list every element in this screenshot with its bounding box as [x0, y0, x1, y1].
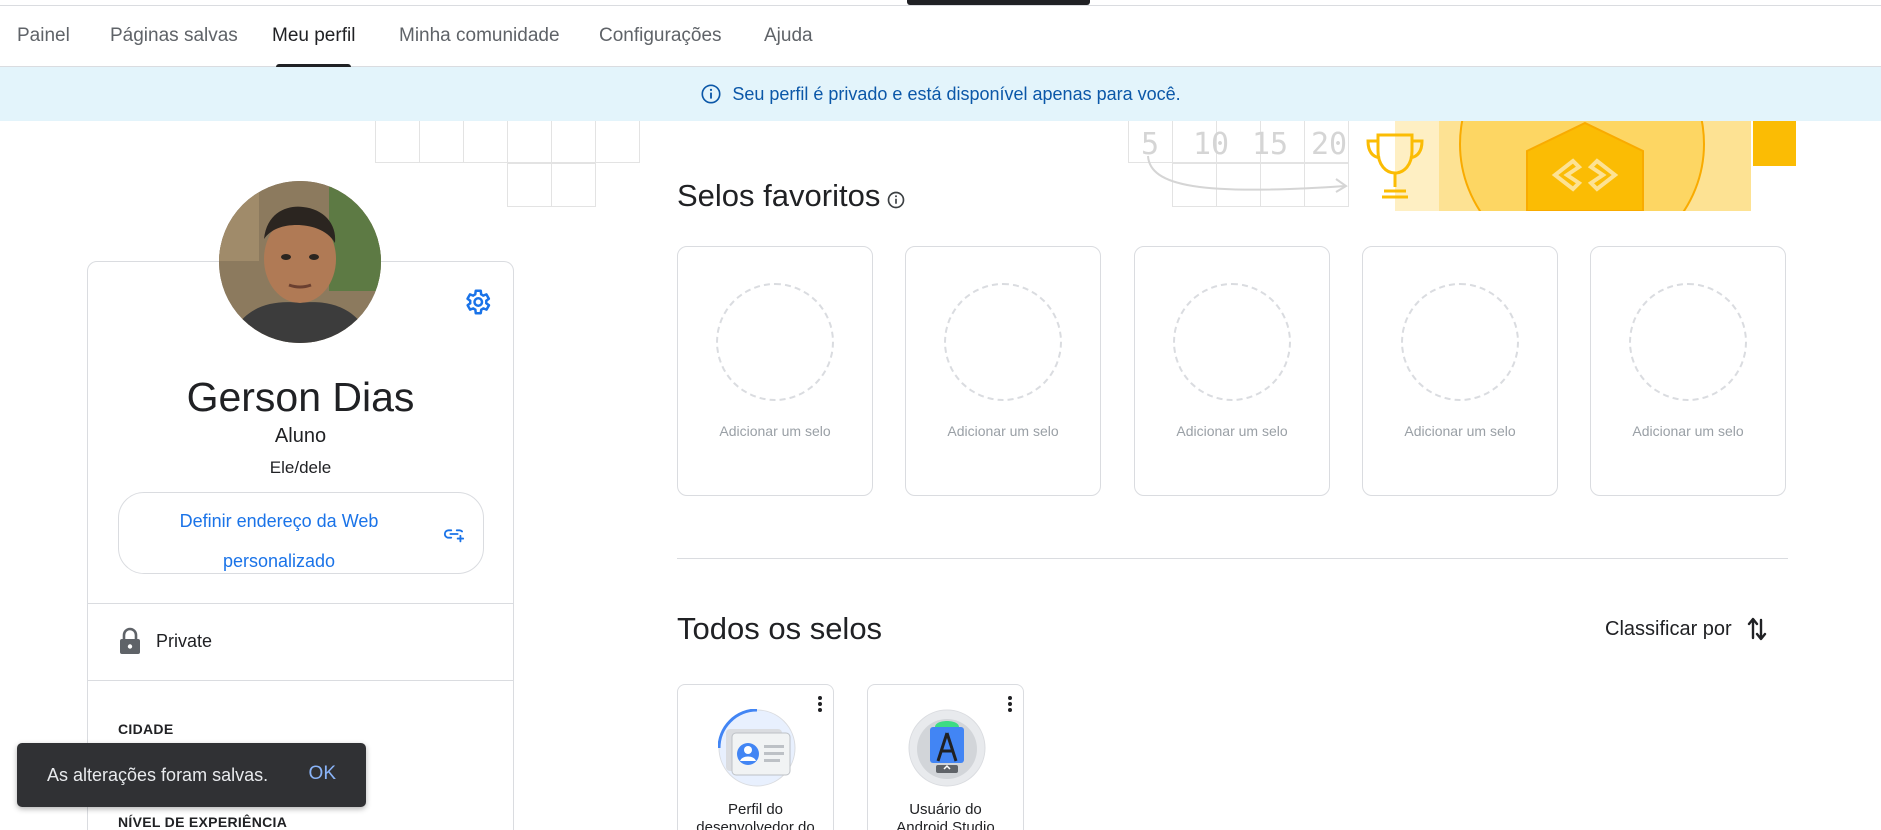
deco-grid-cell	[507, 121, 552, 163]
favorite-badge-slot[interactable]: Adicionar um selo	[1362, 246, 1558, 496]
snackbar-ok-button[interactable]: OK	[309, 763, 336, 785]
android-studio-badge-icon	[908, 709, 986, 787]
badge-caption: Perfil do desenvolvedor do	[678, 801, 833, 830]
badge-caption-line2: desenvolvedor do	[696, 819, 815, 830]
profile-avatar[interactable]	[219, 181, 381, 343]
profile-name: Gerson Dias	[186, 374, 415, 420]
deco-yellow-square	[1753, 121, 1796, 166]
set-web-address-label: Definir endereço da Web personalizado	[159, 501, 399, 581]
tab-ajuda[interactable]: Ajuda	[764, 6, 813, 67]
deco-grid-cell	[419, 121, 464, 163]
trophy-icon	[1366, 133, 1424, 199]
deco-grid-cell	[595, 121, 640, 163]
favorite-badge-slot[interactable]: Adicionar um selo	[1590, 246, 1786, 496]
card-divider	[88, 680, 513, 681]
lock-icon	[120, 627, 140, 654]
badge-caption-line1: Perfil do	[727, 801, 784, 818]
info-icon[interactable]	[886, 190, 906, 210]
tab-minha-comunidade[interactable]: Minha comunidade	[399, 6, 560, 67]
avatar-photo	[219, 181, 381, 343]
badge-image	[908, 709, 986, 787]
code-hexagon-icon	[1526, 121, 1644, 211]
tab-configuracoes[interactable]: Configurações	[599, 6, 722, 67]
city-label: CIDADE	[118, 721, 174, 737]
add-badge-label: Adicionar um selo	[1404, 423, 1516, 439]
main-nav: Painel Páginas salvas Meu perfil Minha c…	[0, 6, 1881, 67]
add-badge-label: Adicionar um selo	[719, 423, 831, 439]
tab-paginas-salvas[interactable]: Páginas salvas	[110, 6, 238, 67]
privacy-setting[interactable]: Private	[118, 627, 212, 655]
sort-button[interactable]: Classificar por	[1605, 616, 1768, 642]
web-address-line2: personalizado	[222, 551, 336, 571]
deco-grid-cell	[463, 121, 508, 163]
empty-badge-circle	[1401, 283, 1519, 401]
deco-arrow	[1147, 155, 1348, 193]
badge-caption-line2: Android Studio	[896, 819, 995, 830]
privacy-label: Private	[156, 630, 213, 651]
set-web-address-button[interactable]: Definir endereço da Web personalizado	[118, 492, 484, 574]
deco-grid-cell	[551, 163, 596, 207]
badge-card[interactable]: Perfil do desenvolvedor do	[677, 684, 834, 830]
deco-grid-cell	[507, 163, 552, 207]
favorite-badge-slot[interactable]: Adicionar um selo	[905, 246, 1101, 496]
tab-meu-perfil[interactable]: Meu perfil	[272, 6, 355, 67]
developer-profile-badge-icon	[717, 708, 796, 787]
deco-grid-cell	[551, 121, 596, 163]
web-address-line1: Definir endereço da Web	[179, 511, 379, 531]
all-badges-title: Todos os selos	[677, 611, 883, 646]
favorite-badge-slot[interactable]: Adicionar um selo	[1134, 246, 1330, 496]
sort-icon	[1747, 617, 1766, 641]
link-add-icon	[443, 529, 465, 543]
favorites-title: Selos favoritos	[677, 178, 881, 213]
empty-badge-circle	[1629, 283, 1747, 401]
empty-badge-circle	[944, 283, 1062, 401]
empty-badge-circle	[1173, 283, 1291, 401]
snackbar: As alterações foram salvas. OK	[17, 743, 366, 807]
badge-image	[717, 708, 796, 787]
privacy-banner: Seu perfil é privado e está disponível a…	[0, 67, 1881, 121]
empty-badge-circle	[716, 283, 834, 401]
tab-painel[interactable]: Painel	[17, 6, 70, 67]
add-badge-label: Adicionar um selo	[947, 423, 1059, 439]
deco-grid-cell	[375, 121, 420, 163]
info-icon	[701, 84, 721, 104]
more-options-icon[interactable]	[1007, 695, 1013, 713]
add-badge-label: Adicionar um selo	[1176, 423, 1288, 439]
gear-icon[interactable]	[462, 287, 492, 317]
experience-label: NÍVEL DE EXPERIÊNCIA	[118, 814, 288, 830]
profile-role: Aluno	[274, 425, 327, 447]
top-active-indicator	[907, 0, 1090, 5]
sort-label: Classificar por	[1605, 617, 1732, 640]
banner-text: Seu perfil é privado e está disponível a…	[732, 83, 1181, 104]
snackbar-message: As alterações foram salvas.	[47, 764, 269, 785]
add-badge-label: Adicionar um selo	[1632, 423, 1744, 439]
card-divider	[88, 603, 513, 604]
profile-pronouns: Ele/dele	[269, 458, 332, 477]
badge-caption-line1: Usuário do	[909, 801, 982, 818]
badge-caption: Usuário do Android Studio	[868, 801, 1023, 830]
section-divider	[677, 558, 1788, 559]
badge-card[interactable]: Usuário do Android Studio	[867, 684, 1024, 830]
more-options-icon[interactable]	[817, 695, 823, 713]
favorite-badge-slot[interactable]: Adicionar um selo	[677, 246, 873, 496]
